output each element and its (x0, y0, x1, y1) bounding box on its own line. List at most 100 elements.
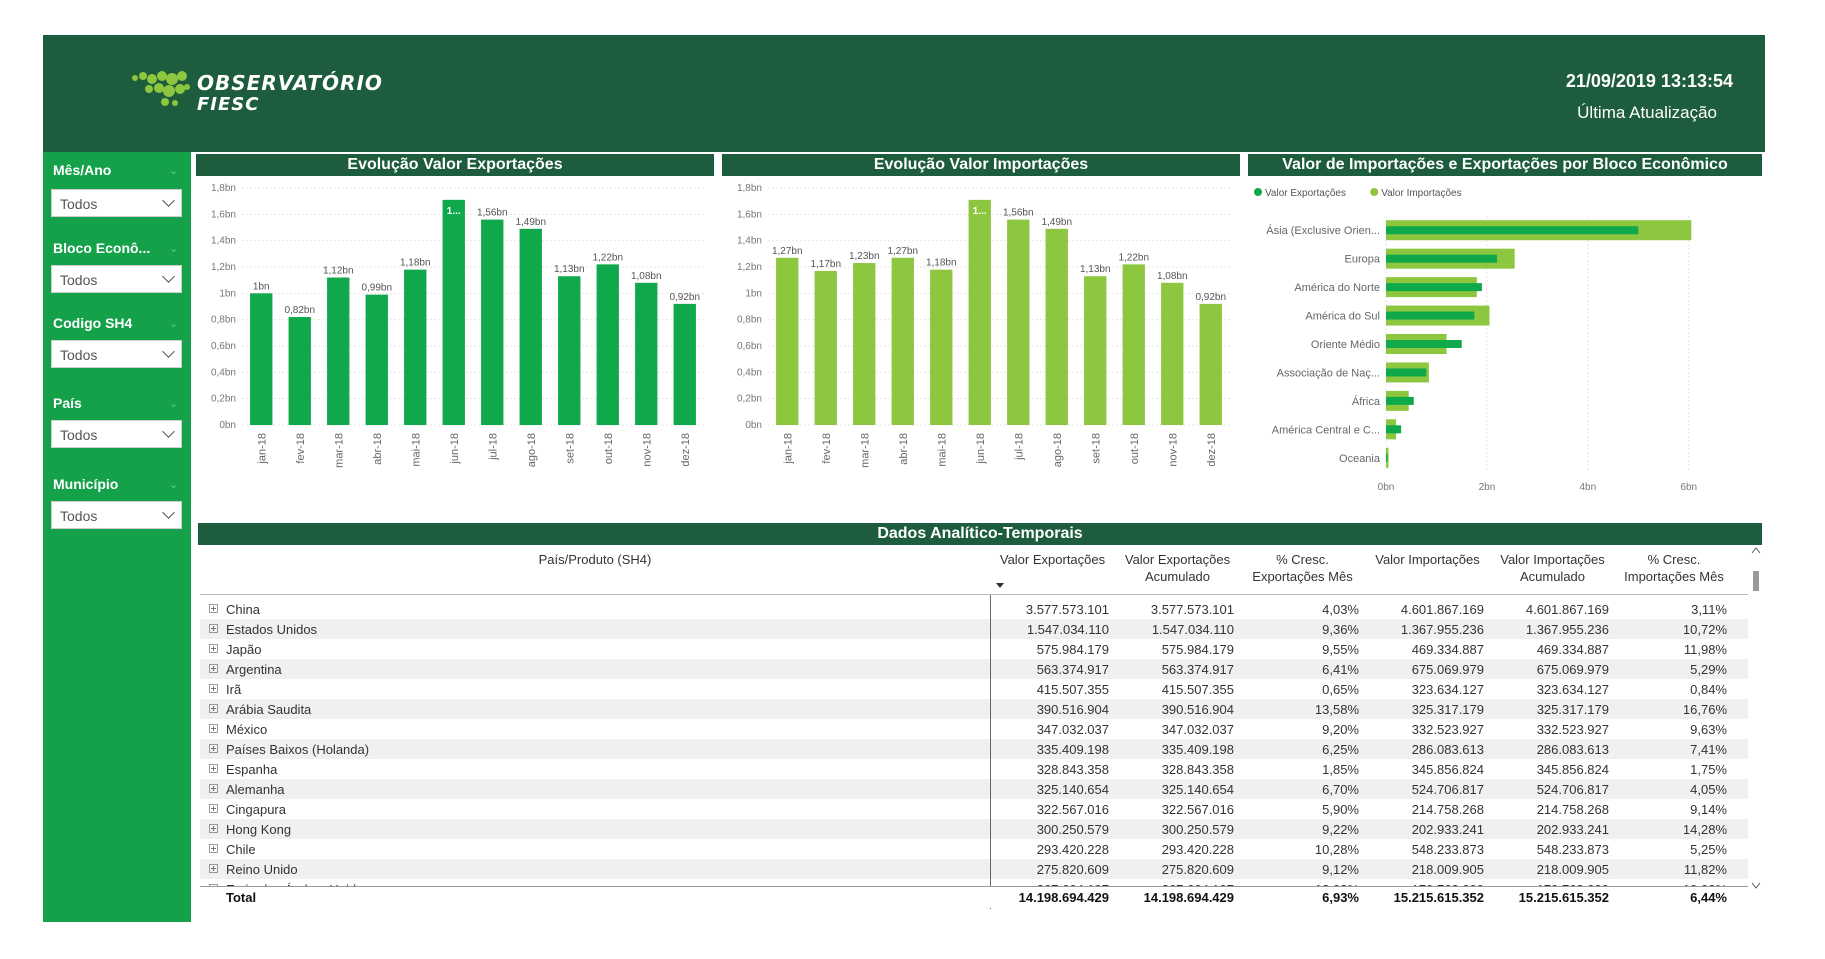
bar-jan-18[interactable] (250, 293, 273, 425)
category-label: América Central e C... (1272, 424, 1380, 436)
table-row[interactable]: Chile 293.420.228 293.420.228 10,28% 548.233… (200, 839, 1748, 859)
y-tick-label: 0,2bn (737, 394, 762, 405)
collapse-chevron-icon[interactable]: ⌄ (169, 397, 178, 410)
y-tick-label: 1,6bn (211, 209, 236, 220)
chevron-down-icon (162, 425, 175, 438)
export-bar[interactable] (1386, 226, 1639, 235)
table-row[interactable]: Países Baixos (Holanda) 335.409.198 335.40… (200, 739, 1748, 759)
table-scrollbar[interactable] (1750, 543, 1762, 909)
category-label: Oceania (1339, 453, 1381, 465)
table-row[interactable]: Cingapura 322.567.016 322.567.016 5,90% 214.… (200, 799, 1748, 819)
bar-ago-18[interactable] (519, 228, 542, 425)
bar-fev-18[interactable] (814, 270, 837, 425)
table-row[interactable]: México 347.032.037 347.032.037 9,20% 332.523… (200, 719, 1748, 739)
category-label: América do Sul (1305, 311, 1380, 323)
bar-data-label: 1,08bn (1157, 271, 1188, 282)
export-bar[interactable] (1386, 311, 1475, 320)
expand-plus-icon[interactable] (209, 704, 218, 713)
collapse-chevron-icon[interactable]: ⌄ (169, 317, 178, 330)
filter-select-sh4[interactable]: Todos (51, 340, 182, 368)
bar-fev-18[interactable] (288, 317, 311, 425)
table-row[interactable]: Japão 575.984.179 575.984.179 9,55% 469.334.… (200, 639, 1748, 659)
expand-plus-icon[interactable] (209, 784, 218, 793)
filter-label-pais: País (53, 395, 82, 411)
filter-value: Todos (60, 196, 98, 212)
table-row[interactable]: Emirados Árabes Unidos267.664.197267.664… (200, 879, 1748, 886)
expand-plus-icon[interactable] (209, 824, 218, 833)
scroll-thumb (1753, 571, 1759, 591)
row-value: 10,72% (1682, 622, 1727, 637)
bar-mar-18[interactable] (853, 263, 876, 425)
bar-mar-18[interactable] (327, 277, 350, 425)
table-row[interactable]: Alemanha 325.140.654 325.140.654 6,70% 524.7… (200, 779, 1748, 799)
bar-mai-18[interactable] (930, 269, 953, 425)
total-value: 6,44% (1690, 890, 1727, 905)
bar-data-label: 1bn (253, 281, 270, 292)
export-bar[interactable] (1386, 453, 1388, 462)
filter-select-mes-ano[interactable]: Todos (51, 189, 182, 217)
collapse-chevron-icon[interactable]: ⌄ (169, 242, 178, 255)
export-bar[interactable] (1386, 340, 1462, 348)
export-bar[interactable] (1386, 368, 1427, 377)
bar-out-18[interactable] (596, 264, 619, 425)
collapse-chevron-icon[interactable]: ⌄ (169, 164, 178, 177)
table-row[interactable]: Argentina 563.374.917 563.374.917 6,41% 675.… (200, 659, 1748, 679)
table-row[interactable]: Estados Unidos 1.547.034.110 1.547.034.110… (200, 619, 1748, 639)
expand-plus-icon[interactable] (209, 724, 218, 733)
expand-plus-icon[interactable] (209, 604, 218, 613)
bar-mai-18[interactable] (404, 269, 427, 425)
export-bar[interactable] (1386, 396, 1414, 405)
bar-abr-18[interactable] (365, 294, 388, 425)
export-bar[interactable] (1386, 425, 1402, 434)
bar-abr-18[interactable] (891, 257, 914, 425)
row-value: 345.856.824 (1411, 762, 1484, 777)
bar-ago-18[interactable] (1045, 228, 1068, 425)
bar-jan-18[interactable] (776, 257, 799, 425)
expand-plus-icon[interactable] (209, 804, 218, 813)
bar-dez-18[interactable] (673, 303, 696, 425)
row-value: 524.706.817 (1411, 782, 1484, 797)
table-row[interactable]: Irã 415.507.355 415.507.355 0,65% 323.634.12… (200, 679, 1748, 699)
row-value: 390.516.904 (1036, 702, 1109, 717)
bar-jul-18[interactable] (481, 219, 504, 425)
export-bar[interactable] (1386, 283, 1482, 292)
expand-plus-icon[interactable] (209, 864, 218, 873)
total-value: 15.215.615.352 (1518, 890, 1609, 905)
x-tick-label: dez-18 (680, 433, 692, 467)
bar-jul-18[interactable] (1007, 219, 1030, 425)
row-value: 345.856.824 (1536, 762, 1609, 777)
legend-marker (1254, 188, 1262, 196)
bar-nov-18[interactable] (1161, 282, 1184, 425)
table-row[interactable]: Arábia Saudita 390.516.904 390.516.904 13,5… (200, 699, 1748, 719)
bloc-horizontal-bar-chart[interactable]: Valor Exportações Valor Importações 0bn 2bn… (1248, 180, 1762, 500)
expand-plus-icon[interactable] (209, 844, 218, 853)
bar-jun-18[interactable] (442, 199, 465, 425)
expand-plus-icon[interactable] (209, 644, 218, 653)
expand-plus-icon[interactable] (209, 664, 218, 673)
collapse-chevron-icon[interactable]: ⌄ (169, 478, 178, 491)
bar-jun-18[interactable] (968, 199, 991, 425)
export-bar[interactable] (1386, 254, 1498, 263)
table-total-row: Total 14.198.694.429 14.198.694.429 6,93% 15… (200, 886, 1748, 908)
row-value: 4,03% (1322, 602, 1359, 617)
table-row[interactable]: Espanha 328.843.358 328.843.358 1,85% 345.85… (200, 759, 1748, 779)
filter-select-municipio[interactable]: Todos (51, 501, 182, 529)
bar-set-18[interactable] (558, 276, 581, 425)
expand-plus-icon[interactable] (209, 764, 218, 773)
row-value: 469.334.887 (1411, 642, 1484, 657)
filter-select-pais[interactable]: Todos (51, 420, 182, 448)
bar-set-18[interactable] (1084, 276, 1107, 425)
table-row[interactable]: Reino Unido 275.820.609 275.820.609 9,12% 21… (200, 859, 1748, 879)
filter-select-bloco[interactable]: Todos (51, 265, 182, 293)
expand-plus-icon[interactable] (209, 624, 218, 633)
expand-plus-icon[interactable] (209, 684, 218, 693)
table-row[interactable]: Hong Kong 300.250.579 300.250.579 9,22% 202.… (200, 819, 1748, 839)
table-row[interactable]: China 3.577.573.101 3.577.573.101 4,03% 4.60… (200, 599, 1748, 619)
expand-plus-icon[interactable] (209, 744, 218, 753)
imports-bar-chart[interactable]: 0bn 0,2bn 0,4bn 0,6bn 0,8bn 1bn 1,2bn 1,4bn 1,6b… (722, 180, 1240, 490)
bar-dez-18[interactable] (1199, 303, 1222, 425)
exports-bar-chart[interactable]: 0bn 0,2bn 0,4bn 0,6bn 0,8bn 1bn 1,2bn 1,4bn 1,6b… (196, 180, 714, 490)
x-tick-label: jun-18 (449, 433, 461, 465)
bar-out-18[interactable] (1122, 264, 1145, 425)
bar-nov-18[interactable] (635, 282, 658, 425)
